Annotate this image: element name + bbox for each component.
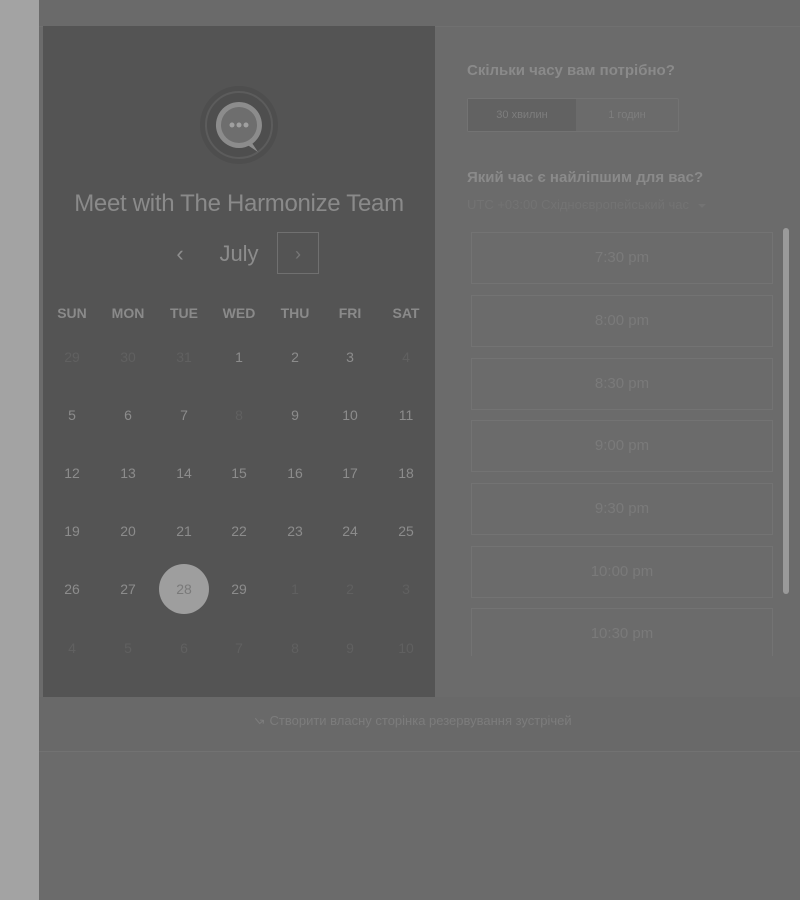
calendar-day: 1: [291, 581, 299, 597]
caret-down-icon: [697, 203, 706, 208]
footer-link-label: Створити власну сторінка резервування зу…: [269, 713, 572, 728]
calendar-day[interactable]: 16: [270, 448, 320, 498]
page-title: Meet with The Harmonize Team: [74, 190, 404, 217]
time-slot[interactable]: 8:00 pm: [471, 295, 773, 347]
calendar-day[interactable]: 9: [270, 390, 320, 440]
calendar-day[interactable]: 20: [103, 506, 153, 556]
calendar-day[interactable]: 11: [381, 390, 431, 440]
calendar-day: 4: [68, 640, 76, 656]
calendar-day: 7: [235, 640, 243, 656]
create-booking-page-link[interactable]: ↳ Створити власну сторінка резервування …: [251, 711, 572, 730]
chat-bubble-icon: [200, 86, 278, 164]
month-navigation: ‹ July ›: [43, 232, 435, 276]
duration-question: Скільки часу вам потрібно?: [467, 62, 675, 79]
left-strip: [0, 0, 39, 900]
month-label: July: [219, 241, 259, 266]
calendar-day[interactable]: 3: [325, 332, 375, 382]
weekday-label: SUN: [57, 305, 87, 321]
time-question: Який час є найліпшим для вас?: [467, 169, 704, 186]
calendar-day[interactable]: 15: [214, 448, 264, 498]
weekday-label: THU: [280, 305, 310, 321]
calendar-day[interactable]: 7: [159, 390, 209, 440]
calendar-day[interactable]: 21: [159, 506, 209, 556]
time-slot[interactable]: 9:00 pm: [471, 420, 773, 472]
duration-option-1-hour[interactable]: 1 годин: [576, 99, 678, 131]
calendar-day[interactable]: 26: [47, 564, 97, 614]
calendar-day[interactable]: 10: [325, 390, 375, 440]
calendar-day[interactable]: 22: [214, 506, 264, 556]
duration-toggle: 30 хвилин 1 годин: [467, 98, 679, 132]
calendar-day[interactable]: 14: [159, 448, 209, 498]
calendar-day[interactable]: 23: [270, 506, 320, 556]
calendar-day[interactable]: 17: [325, 448, 375, 498]
calendar-day: 6: [180, 640, 188, 656]
time-slot[interactable]: 8:30 pm: [471, 358, 773, 410]
calendar-day[interactable]: 5: [47, 390, 97, 440]
timezone-label: UTC +03:00 Східноєвропейський час: [467, 197, 689, 212]
calendar-day: 31: [176, 349, 192, 365]
weekday-label: SAT: [392, 305, 420, 321]
calendar-day[interactable]: 1: [214, 332, 264, 382]
next-month-button[interactable]: ›: [277, 232, 319, 274]
time-slot[interactable]: 10:30 pm: [471, 608, 773, 656]
calendar-day[interactable]: 12: [47, 448, 97, 498]
calendar-day[interactable]: 6: [103, 390, 153, 440]
weekday-label: WED: [222, 305, 256, 321]
calendar-day: 10: [398, 640, 414, 656]
calendar-day: 9: [346, 640, 354, 656]
calendar-day: 2: [346, 581, 354, 597]
calendar-day: 3: [402, 581, 410, 597]
calendar-day[interactable]: 27: [103, 564, 153, 614]
duration-option-30-min[interactable]: 30 хвилин: [468, 99, 576, 131]
calendar-day: 4: [402, 349, 410, 365]
calendar-day: 8: [291, 640, 299, 656]
calendar-day[interactable]: 13: [103, 448, 153, 498]
weekday-label: MON: [111, 305, 145, 321]
top-band: [39, 0, 800, 27]
time-slot[interactable]: 7:30 pm: [471, 232, 773, 284]
weekday-label: FRI: [338, 305, 362, 321]
calendar-day: 29: [64, 349, 80, 365]
calendar-day: 30: [120, 349, 136, 365]
calendar-day: 5: [124, 640, 132, 656]
scrollbar[interactable]: [783, 228, 789, 594]
calendar-day[interactable]: 24: [325, 506, 375, 556]
time-slot[interactable]: 10:00 pm: [471, 546, 773, 598]
timezone-selector[interactable]: UTC +03:00 Східноєвропейський час: [467, 197, 706, 212]
time-slot-list: 7:30 pm 8:00 pm 8:30 pm 9:00 pm 9:30 pm …: [467, 228, 780, 656]
calendar-day[interactable]: 29: [214, 564, 264, 614]
prev-month-button[interactable]: ‹: [166, 240, 194, 268]
weekday-label: TUE: [170, 305, 198, 321]
calendar-day[interactable]: 19: [47, 506, 97, 556]
time-slot[interactable]: 9:30 pm: [471, 483, 773, 535]
calendar-day: 8: [235, 407, 243, 423]
calendar-day[interactable]: 25: [381, 506, 431, 556]
selected-day[interactable]: 28: [159, 564, 209, 614]
calendar-day[interactable]: 2: [270, 332, 320, 382]
calendar-day[interactable]: 18: [381, 448, 431, 498]
